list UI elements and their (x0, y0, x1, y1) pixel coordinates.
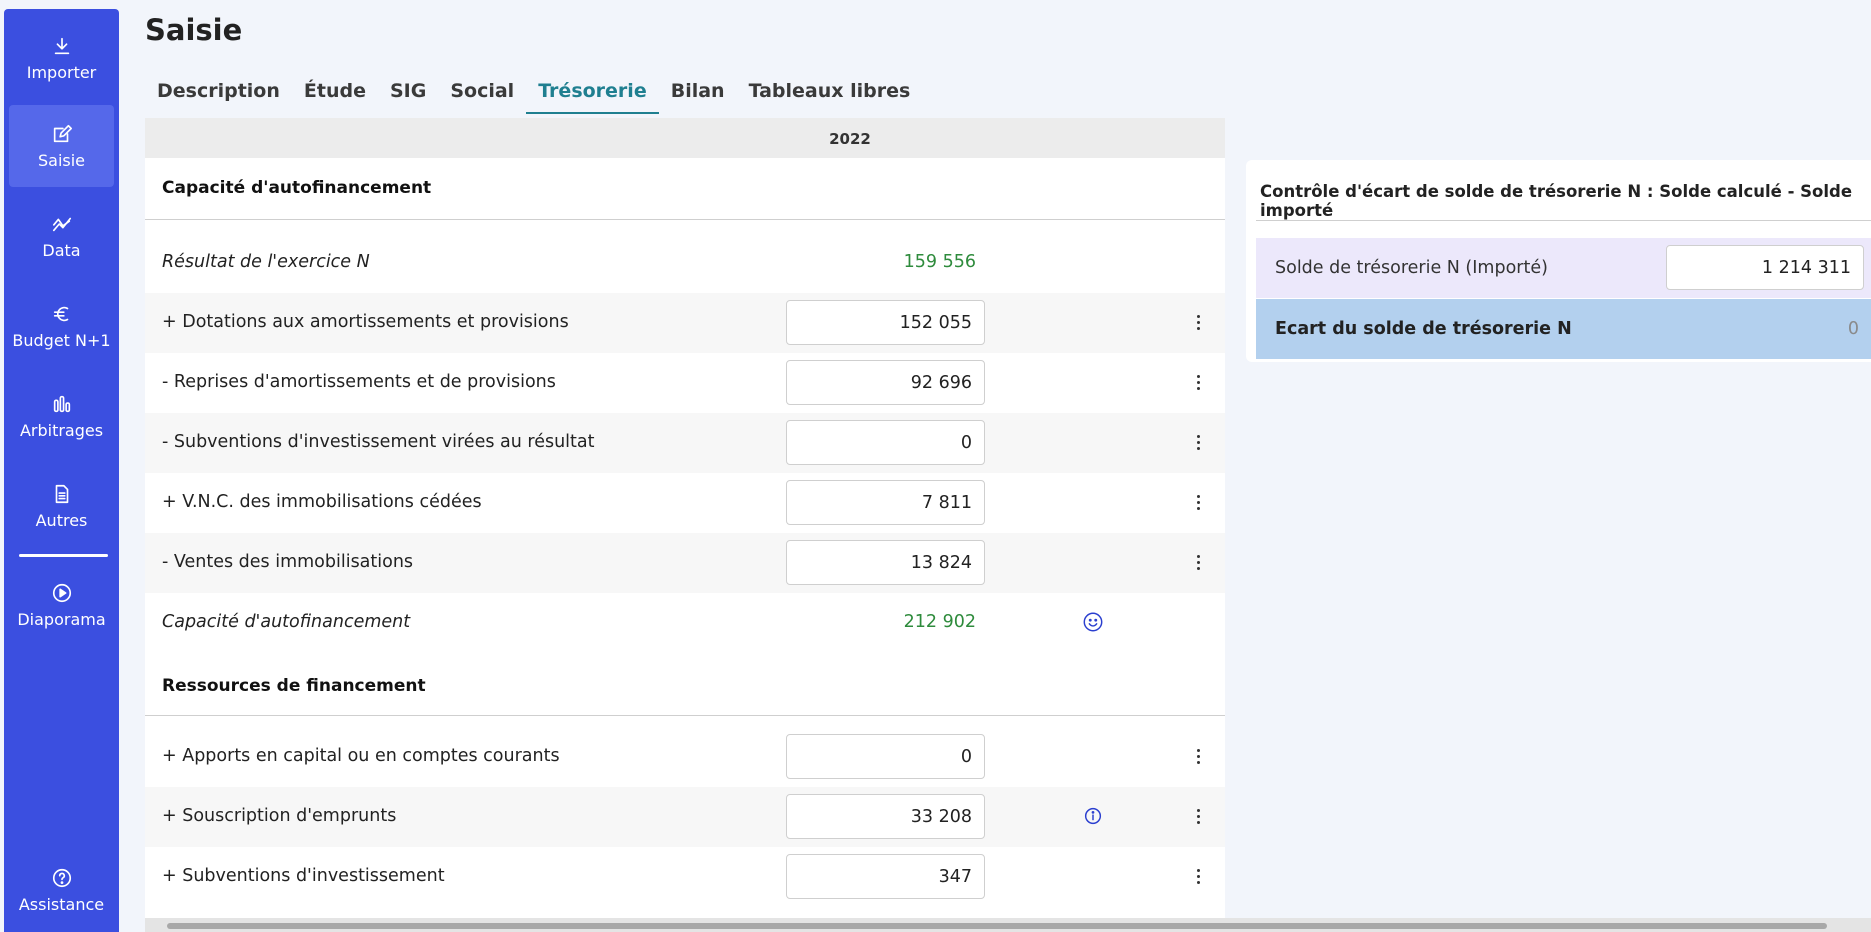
row-label: + V.N.C. des immobilisations cédées (162, 492, 482, 512)
sidebar-item-label: Autres (35, 511, 88, 530)
more-vertical-icon[interactable] (1191, 744, 1205, 768)
table-row: - Reprises d'amortissements et de provis… (145, 353, 1225, 413)
tab-description[interactable]: Description (145, 74, 292, 114)
row-label: Ecart du solde de trésorerie N (1275, 319, 1572, 339)
divider (1256, 220, 1871, 221)
tab-tresorerie[interactable]: Trésorerie (526, 74, 659, 114)
value-input[interactable]: 0 (786, 734, 985, 779)
sidebar-item-assistance[interactable]: Assistance (9, 849, 114, 931)
euro-icon (50, 302, 74, 326)
sidebar-item-data[interactable]: Data (9, 195, 114, 277)
row-label: - Subventions d'investissement virées au… (162, 432, 595, 452)
sidebar-divider (19, 554, 108, 557)
table-row: - Ventes des immobilisations 13 824 (145, 533, 1225, 593)
more-vertical-icon[interactable] (1191, 864, 1205, 888)
row-label: + Apports en capital ou en comptes coura… (162, 746, 560, 766)
more-vertical-icon[interactable] (1191, 550, 1205, 574)
sidebar-item-autres[interactable]: Autres (9, 465, 114, 547)
info-icon[interactable] (1082, 805, 1104, 827)
computed-value: 212 902 (903, 612, 976, 632)
sidebar-item-saisie[interactable]: Saisie (9, 105, 114, 187)
tab-social[interactable]: Social (438, 74, 526, 114)
tab-bilan[interactable]: Bilan (659, 74, 737, 114)
sidebar-item-label: Budget N+1 (12, 331, 111, 350)
table-header: 2022 (145, 118, 1225, 158)
play-icon (50, 581, 74, 605)
row-label: - Ventes des immobilisations (162, 552, 414, 572)
download-icon (50, 34, 74, 58)
document-icon (50, 482, 74, 506)
table-row: Résultat de l'exercice N 159 556 (145, 233, 1225, 293)
table-row: + Dotations aux amortissements et provis… (145, 293, 1225, 353)
value-input[interactable]: 347 (786, 854, 985, 899)
value-input[interactable]: 92 696 (786, 360, 985, 405)
table-row: + V.N.C. des immobilisations cédées 7 81… (145, 473, 1225, 533)
row-label: + Souscription d'emprunts (162, 806, 397, 826)
sidebar-item-label: Arbitrages (19, 421, 104, 440)
year-column-header: 2022 (829, 130, 871, 148)
tab-etude[interactable]: Étude (292, 74, 378, 114)
more-vertical-icon[interactable] (1191, 370, 1205, 394)
row-label: Capacité d'autofinancement (162, 612, 411, 632)
table-row: + Souscription d'emprunts 33 208 (145, 787, 1225, 847)
row-label: + Subventions d'investissement (162, 866, 445, 886)
row-label: - Reprises d'amortissements et de provis… (162, 372, 556, 392)
imported-balance-row: Solde de trésorerie N (Importé) 1 214 31… (1256, 238, 1871, 298)
table-row: + Subventions d'investissement 347 (145, 847, 1225, 907)
value-input[interactable]: 0 (786, 420, 985, 465)
row-label: Solde de trésorerie N (Importé) (1275, 258, 1548, 278)
scrollbar-thumb[interactable] (167, 923, 1827, 929)
table-row: - Subventions d'investissement virées au… (145, 413, 1225, 473)
value-input[interactable]: 13 824 (786, 540, 985, 585)
chart-line-icon (50, 212, 74, 236)
more-vertical-icon[interactable] (1191, 490, 1205, 514)
row-label: Résultat de l'exercice N (162, 252, 370, 272)
more-vertical-icon[interactable] (1191, 804, 1205, 828)
balance-gap-value: 0 (1847, 319, 1859, 339)
sidebar-item-label: Data (42, 241, 81, 260)
page-title: Saisie (145, 13, 243, 47)
sidebar-item-label: Importer (26, 63, 97, 82)
row-label: + Dotations aux amortissements et provis… (162, 312, 569, 332)
more-vertical-icon[interactable] (1191, 430, 1205, 454)
more-vertical-icon[interactable] (1191, 310, 1205, 334)
tresorerie-table: 2022 Capacité d'autofinancement Résultat… (145, 118, 1225, 920)
sidebar-item-label: Saisie (37, 151, 86, 170)
value-input[interactable]: 7 811 (786, 480, 985, 525)
table-row: Capacité d'autofinancement 212 902 (145, 593, 1225, 653)
tab-sig[interactable]: SIG (378, 74, 438, 114)
value-input[interactable]: 152 055 (786, 300, 985, 345)
control-title: Contrôle d'écart de solde de trésorerie … (1260, 182, 1853, 220)
bars-icon (50, 392, 74, 416)
horizontal-scrollbar[interactable] (145, 918, 1871, 932)
tab-tableaux-libres[interactable]: Tableaux libres (737, 74, 923, 114)
control-panel: Contrôle d'écart de solde de trésorerie … (1246, 160, 1871, 362)
sidebar-item-label: Assistance (18, 895, 105, 914)
edit-icon (50, 122, 74, 146)
sidebar-item-diaporama[interactable]: Diaporama (9, 564, 114, 646)
sidebar-item-importer[interactable]: Importer (9, 17, 114, 99)
sidebar-item-budget[interactable]: Budget N+1 (9, 285, 114, 367)
balance-gap-row: Ecart du solde de trésorerie N 0 (1256, 299, 1871, 359)
section-header-caf: Capacité d'autofinancement (145, 158, 1225, 220)
help-icon (50, 866, 74, 890)
imported-balance-input[interactable]: 1 214 311 (1666, 245, 1864, 290)
sidebar-item-label: Diaporama (17, 610, 106, 629)
smiley-icon (1082, 611, 1104, 633)
tab-bar: Description Étude SIG Social Trésorerie … (145, 74, 922, 114)
value-input[interactable]: 33 208 (786, 794, 985, 839)
sidebar-item-arbitrages[interactable]: Arbitrages (9, 375, 114, 457)
computed-value: 159 556 (903, 252, 976, 272)
sidebar: Importer Saisie Data Budget N+1 Arbitrag… (4, 9, 119, 932)
table-row: + Apports en capital ou en comptes coura… (145, 727, 1225, 787)
section-header-ressources: Ressources de financement (145, 653, 1225, 716)
